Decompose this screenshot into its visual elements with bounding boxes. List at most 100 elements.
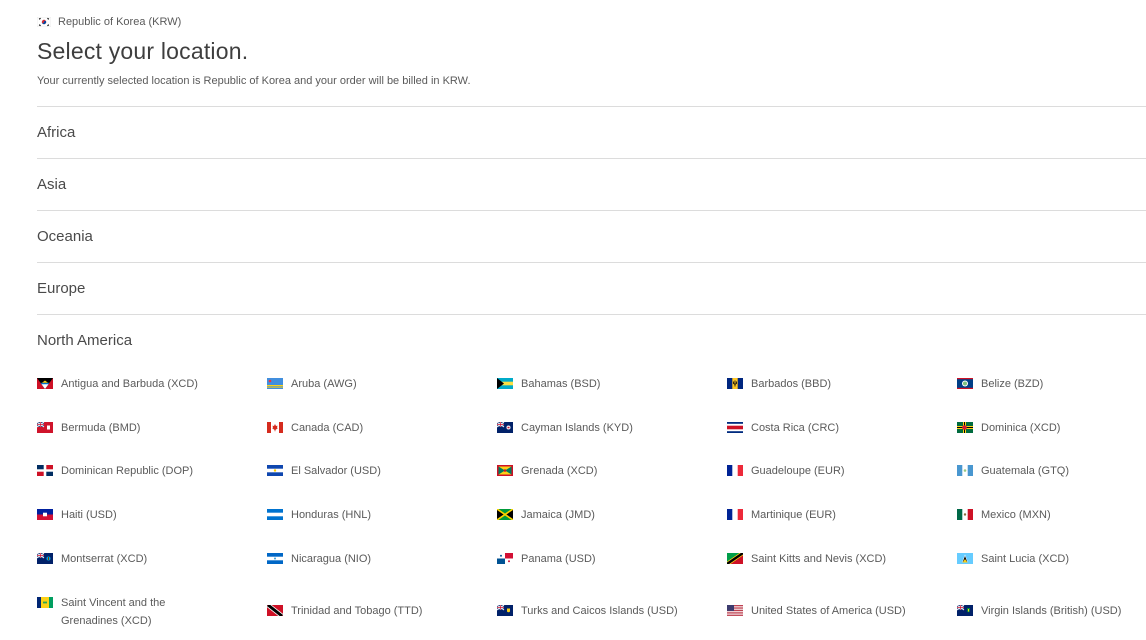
country-label: Barbados (BBD) [751,378,832,390]
country-mexico[interactable]: Mexico (MXN) [957,506,1146,524]
montserrat-flag-icon [37,550,61,564]
country-label: Haiti (USD) [61,509,117,521]
country-label: Dominica (XCD) [981,422,1061,434]
country-dominica[interactable]: Dominica (XCD) [957,419,1146,437]
region-label: Oceania [37,228,93,245]
country-label: Aruba (AWG) [291,378,357,390]
country-label: Saint Vincent and the Grenadines (XCD) [61,597,166,627]
trinidad-and-tobago-flag-icon [267,602,291,616]
country-canada[interactable]: Canada (CAD) [267,419,467,437]
country-nicaragua[interactable]: Nicaragua (NIO) [267,550,467,568]
barbados-flag-icon [727,375,751,389]
country-turks-and-caicos-islands[interactable]: Turks and Caicos Islands (USD) [497,602,697,620]
country-label: Turks and Caicos Islands (USD) [521,605,678,617]
country-label: Cayman Islands (KYD) [521,422,633,434]
country-costa-rica[interactable]: Costa Rica (CRC) [727,419,927,437]
country-saint-kitts-and-nevis[interactable]: Saint Kitts and Nevis (XCD) [727,550,927,568]
country-label: Belize (BZD) [981,378,1044,390]
location-selector-page: Republic of Korea (KRW) Select your loca… [0,0,1146,640]
country-label: Antigua and Barbuda (XCD) [61,378,198,390]
country-label: El Salvador (USD) [291,465,381,477]
country-guadeloupe[interactable]: Guadeloupe (EUR) [727,462,927,480]
turks-and-caicos-islands-flag-icon [497,602,521,616]
aruba-flag-icon [267,375,291,389]
country-belize[interactable]: Belize (BZD) [957,375,1146,393]
region-oceania[interactable]: Oceania [37,210,1146,262]
country-bermuda[interactable]: Bermuda (BMD) [37,419,237,437]
canada-flag-icon [267,419,291,433]
country-antigua-and-barbuda[interactable]: Antigua and Barbuda (XCD) [37,375,237,393]
country-saint-vincent-and-the-grenadines[interactable]: Saint Vincent and the Grenadines (XCD) [37,594,237,630]
region-label: Europe [37,280,86,297]
country-martinique[interactable]: Martinique (EUR) [727,506,927,524]
country-label: Mexico (MXN) [981,509,1051,521]
country-el-salvador[interactable]: El Salvador (USD) [267,462,467,480]
country-label: Nicaragua (NIO) [291,553,372,565]
country-guatemala[interactable]: Guatemala (GTQ) [957,462,1146,480]
country-label: Guadeloupe (EUR) [751,465,845,477]
saint-lucia-flag-icon [957,550,981,564]
el-salvador-flag-icon [267,462,291,476]
costa-rica-flag-icon [727,419,751,433]
haiti-flag-icon [37,506,61,520]
page-title: Select your location. [37,38,249,64]
region-label: Africa [37,124,76,141]
country-grenada[interactable]: Grenada (XCD) [497,462,697,480]
country-cayman-islands[interactable]: Cayman Islands (KYD) [497,419,697,437]
country-label: Grenada (XCD) [521,465,598,477]
south-korea-flag-icon [37,17,58,27]
country-saint-lucia[interactable]: Saint Lucia (XCD) [957,550,1146,568]
country-panama[interactable]: Panama (USD) [497,550,697,568]
british-virgin-islands-flag-icon [957,602,981,616]
page-subtitle: Your currently selected location is Repu… [37,75,471,87]
country-barbados[interactable]: Barbados (BBD) [727,375,927,393]
region-europe[interactable]: Europe [37,262,1146,314]
region-label: North America [37,332,133,349]
country-label: Honduras (HNL) [291,509,372,521]
region-asia[interactable]: Asia [37,158,1146,210]
nicaragua-flag-icon [267,550,291,564]
honduras-flag-icon [267,506,291,520]
dominica-flag-icon [957,419,981,433]
panama-flag-icon [497,550,521,564]
region-africa[interactable]: Africa [37,106,1146,158]
country-bahamas[interactable]: Bahamas (BSD) [497,375,697,393]
country-label: Saint Kitts and Nevis (XCD) [751,553,887,565]
region-label: Asia [37,176,67,193]
country-montserrat[interactable]: Montserrat (XCD) [37,550,237,568]
guatemala-flag-icon [957,462,981,476]
jamaica-flag-icon [497,506,521,520]
current-location[interactable]: Republic of Korea (KRW) [37,14,181,30]
united-states-flag-icon [727,602,751,616]
country-jamaica[interactable]: Jamaica (JMD) [497,506,697,524]
country-label: Saint Lucia (XCD) [981,553,1070,565]
country-british-virgin-islands[interactable]: Virgin Islands (British) (USD) [957,602,1146,620]
country-label: Virgin Islands (British) (USD) [981,605,1122,617]
dominican-republic-flag-icon [37,462,61,476]
country-trinidad-and-tobago[interactable]: Trinidad and Tobago (TTD) [267,602,467,620]
country-honduras[interactable]: Honduras (HNL) [267,506,467,524]
country-label: Martinique (EUR) [751,509,836,521]
cayman-islands-flag-icon [497,419,521,433]
region-list: Africa Asia Oceania Europe North America [37,106,1146,366]
country-label: Costa Rica (CRC) [751,422,840,434]
antigua-and-barbuda-flag-icon [37,375,61,389]
country-haiti[interactable]: Haiti (USD) [37,506,237,524]
grenada-flag-icon [497,462,521,476]
guadeloupe-flag-icon [727,462,751,476]
country-aruba[interactable]: Aruba (AWG) [267,375,467,393]
country-label: Bahamas (BSD) [521,378,601,390]
country-label: Montserrat (XCD) [61,553,148,565]
bahamas-flag-icon [497,375,521,389]
country-united-states[interactable]: United States of America (USD) [727,602,927,620]
country-label: Jamaica (JMD) [521,509,595,521]
bermuda-flag-icon [37,419,61,433]
country-dominican-republic[interactable]: Dominican Republic (DOP) [37,462,237,480]
country-label: Canada (CAD) [291,422,364,434]
country-label: Trinidad and Tobago (TTD) [291,605,423,617]
region-north-america[interactable]: North America [37,314,1146,366]
country-label: Guatemala (GTQ) [981,465,1070,477]
country-label: Bermuda (BMD) [61,422,141,434]
country-label: United States of America (USD) [751,605,906,617]
saint-kitts-and-nevis-flag-icon [727,550,751,564]
